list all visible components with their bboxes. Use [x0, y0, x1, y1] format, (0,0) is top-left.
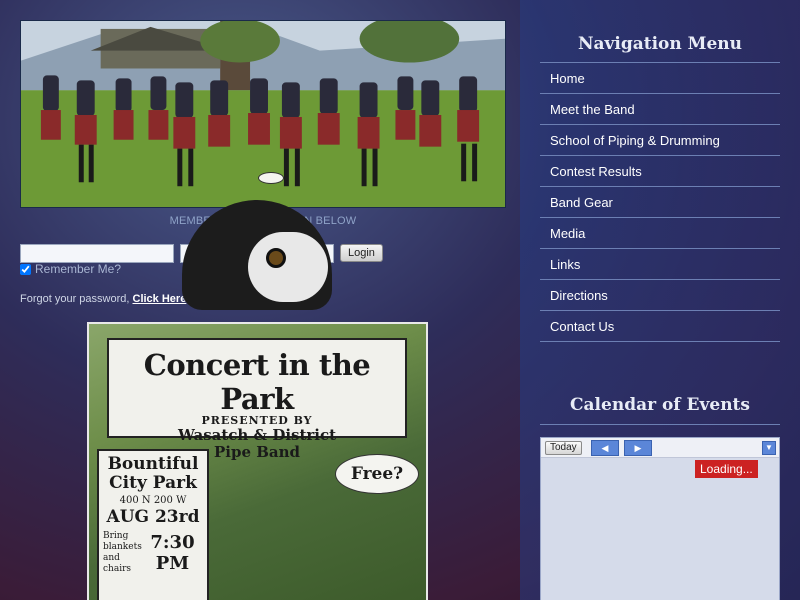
calendar-loading-badge: Loading... [695, 460, 758, 478]
triangle-left-icon[interactable]: ◀ [591, 440, 619, 456]
forgot-password-text: Forgot your password, [20, 293, 130, 305]
concert-poster[interactable]: Concert in the Park PRESENTED BY Wasatch… [87, 322, 428, 600]
poster-time: 7:30 PM [150, 532, 195, 574]
nav-item-media[interactable]: Media [540, 218, 780, 249]
poster-title: Concert in the Park [143, 348, 371, 416]
poster-bring-line1: Bring [103, 531, 129, 541]
remember-me[interactable]: Remember Me? [20, 262, 121, 276]
chevron-down-icon[interactable]: ▼ [762, 441, 776, 455]
nav-item-meet-the-band[interactable]: Meet the Band [540, 94, 780, 125]
poster-park-line2: City Park [109, 473, 197, 493]
nav-menu: Home Meet the Band School of Piping & Dr… [540, 62, 780, 342]
nav-item-links[interactable]: Links [540, 249, 780, 280]
speech-bubble-tail [258, 172, 284, 184]
nav-item-directions[interactable]: Directions [540, 280, 780, 311]
poster-date: AUG 23rd [106, 507, 200, 527]
calendar-widget: Today ◀ ▶ ▼ Loading... [540, 437, 780, 600]
username-input[interactable] [20, 243, 174, 263]
poster-bottom: Bring blankets and chairs 7:30 PM [103, 531, 203, 575]
poster-park-line1: Bountiful [107, 454, 199, 474]
poster-info-box: Bountiful City Park 400 N 200 W AUG 23rd… [97, 449, 209, 600]
poster-bring-line2: blankets [103, 542, 142, 552]
remember-me-checkbox[interactable] [20, 263, 31, 275]
penguin-face [248, 232, 328, 302]
forgot-password: Forgot your password, Click Here [20, 293, 186, 305]
remember-me-label: Remember Me? [35, 262, 122, 276]
forgot-password-link[interactable]: Click Here [133, 293, 187, 305]
calendar-today-button[interactable]: Today [545, 441, 582, 455]
poster-address: 400 N 200 W [119, 495, 187, 506]
calendar-divider [540, 424, 780, 425]
poster-bring: Bring blankets and chairs [103, 531, 142, 575]
nav-item-school[interactable]: School of Piping & Drumming [540, 125, 780, 156]
sidebar: Navigation Menu Home Meet the Band Schoo… [520, 0, 800, 600]
calendar-title: Calendar of Events [570, 395, 750, 415]
poster-band-line1: Wasatch & District [177, 426, 337, 444]
triangle-right-icon[interactable]: ▶ [624, 440, 652, 456]
nav-item-home[interactable]: Home [540, 63, 780, 94]
nav-item-contest-results[interactable]: Contest Results [540, 156, 780, 187]
nav-item-band-gear[interactable]: Band Gear [540, 187, 780, 218]
poster-bring-line3: and chairs [103, 553, 132, 574]
calendar-toolbar: Today ◀ ▶ ▼ [541, 438, 779, 458]
poster-title-box: Concert in the Park PRESENTED BY Wasatch… [107, 338, 407, 461]
main-column: MEMBERS PLEASE LOGIN BELOW Login Remembe… [0, 0, 520, 600]
login-button[interactable]: Login [340, 244, 383, 262]
penguin-eye [266, 248, 286, 268]
nav-item-contact-us[interactable]: Contact Us [540, 311, 780, 342]
poster-speech-bubble: Free? [335, 454, 419, 494]
nav-title: Navigation Menu [577, 34, 743, 54]
